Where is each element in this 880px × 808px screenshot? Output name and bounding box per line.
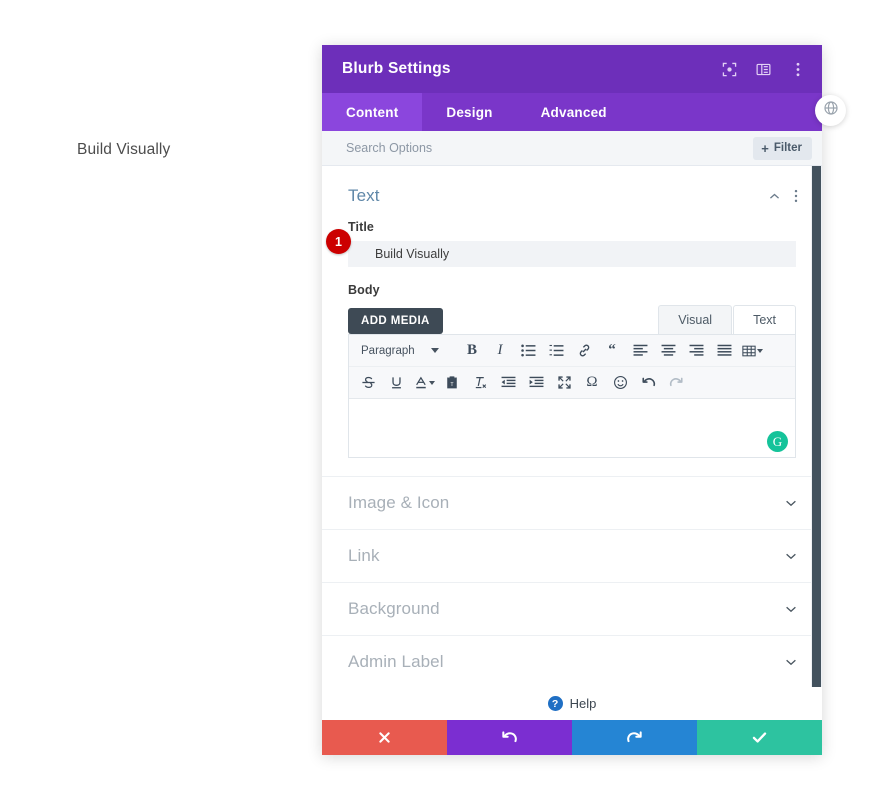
title-field-wrap: 1 — [322, 229, 822, 267]
modal-header: Blurb Settings — [322, 45, 822, 93]
chevron-down-icon — [430, 348, 439, 353]
editor-mode-tabs: Visual Text — [658, 305, 796, 334]
help-icon[interactable]: ? — [547, 696, 563, 711]
blurb-settings-modal: Blurb Settings Content Design Advanced S… — [322, 45, 822, 755]
modal-title: Blurb Settings — [342, 60, 451, 77]
chevron-down-icon[interactable] — [784, 496, 798, 510]
title-field-label: Title — [348, 220, 374, 234]
tab-content[interactable]: Content — [322, 93, 423, 131]
align-justify-icon[interactable] — [711, 339, 737, 362]
modal-footer — [322, 720, 822, 755]
outdent-icon[interactable] — [495, 371, 521, 394]
italic-icon[interactable]: I — [487, 339, 513, 362]
title-input[interactable] — [348, 241, 796, 267]
numbered-list-icon[interactable] — [543, 339, 569, 362]
tab-advanced[interactable]: Advanced — [517, 93, 631, 131]
fullscreen-icon[interactable] — [551, 371, 577, 394]
editor-box: Paragraph B I “ T Ω G — [348, 334, 796, 458]
format-select[interactable]: Paragraph — [355, 345, 453, 357]
chevron-down-icon — [756, 348, 763, 353]
body-editor: ADD MEDIA Visual Text Paragraph B I “ T … — [322, 304, 822, 458]
link-icon[interactable] — [571, 339, 597, 362]
section-admin-label[interactable]: Admin Label — [322, 635, 822, 687]
tab-text[interactable]: Text — [733, 305, 796, 334]
plus-icon: + — [761, 140, 769, 156]
more-vertical-icon[interactable] — [789, 61, 806, 78]
special-character-icon[interactable]: Ω — [579, 371, 605, 394]
chevron-down-icon[interactable] — [784, 549, 798, 563]
section-text-actions — [768, 189, 798, 203]
chevron-down-icon — [428, 380, 435, 385]
close-icon — [377, 730, 392, 745]
blockquote-icon[interactable]: “ — [599, 339, 625, 362]
step-badge-1: 1 — [326, 229, 351, 254]
section-text-title: Text — [348, 186, 380, 205]
redo-icon[interactable] — [663, 371, 689, 394]
format-select-value: Paragraph — [361, 344, 415, 357]
search-row: + Filter — [322, 131, 822, 166]
tab-visual[interactable]: Visual — [658, 305, 733, 334]
section-link-label: Link — [348, 546, 380, 565]
strikethrough-icon[interactable] — [355, 371, 381, 394]
emoji-icon[interactable] — [607, 371, 633, 394]
search-input[interactable] — [346, 141, 754, 155]
check-icon — [751, 729, 768, 746]
modal-tabs: Content Design Advanced — [322, 93, 822, 131]
section-text-header[interactable]: Text — [322, 166, 822, 220]
align-left-icon[interactable] — [627, 339, 653, 362]
bulleted-list-icon[interactable] — [515, 339, 541, 362]
section-background-label: Background — [348, 599, 440, 618]
globe-icon — [823, 100, 839, 121]
section-text: Text Title Build Visually 1 Body ADD MED… — [322, 166, 822, 476]
grammarly-icon[interactable]: G — [767, 431, 788, 452]
underline-icon[interactable] — [383, 371, 409, 394]
align-right-icon[interactable] — [683, 339, 709, 362]
section-image-icon-label: Image & Icon — [348, 493, 450, 512]
help-bar: ? Help — [322, 687, 822, 720]
focus-icon[interactable] — [721, 61, 738, 78]
save-button[interactable] — [697, 720, 822, 755]
paste-as-text-icon[interactable]: T — [439, 371, 465, 394]
editor-content-area[interactable]: G — [349, 398, 795, 457]
filter-button[interactable]: + Filter — [753, 136, 812, 160]
text-color-icon[interactable] — [411, 371, 437, 394]
undo-icon[interactable] — [635, 371, 661, 394]
section-image-icon[interactable]: Image & Icon — [322, 476, 822, 529]
add-media-button[interactable]: ADD MEDIA — [348, 308, 443, 334]
undo-button[interactable] — [447, 720, 572, 755]
close-circle-button[interactable] — [815, 95, 846, 126]
table-icon[interactable] — [739, 339, 765, 362]
chevron-down-icon[interactable] — [784, 602, 798, 616]
section-admin-label-label: Admin Label — [348, 652, 444, 671]
body-field-label: Body — [348, 283, 380, 297]
clear-formatting-icon[interactable] — [467, 371, 493, 394]
layout-icon[interactable] — [755, 61, 772, 78]
indent-icon[interactable] — [523, 371, 549, 394]
page-background-title: Build Visually — [77, 141, 171, 158]
editor-top-bar: ADD MEDIA Visual Text — [348, 304, 796, 334]
section-background[interactable]: Background — [322, 582, 822, 635]
undo-icon — [501, 729, 518, 746]
bold-icon[interactable]: B — [459, 339, 485, 362]
editor-toolbar-row-2: T Ω — [349, 367, 795, 398]
redo-button[interactable] — [572, 720, 697, 755]
section-more-vertical-icon[interactable] — [794, 189, 798, 203]
tab-design[interactable]: Design — [422, 93, 516, 131]
cancel-button[interactable] — [322, 720, 447, 755]
redo-icon — [626, 729, 643, 746]
section-link[interactable]: Link — [322, 529, 822, 582]
help-link[interactable]: Help — [570, 696, 597, 711]
modal-body: Text Title Build Visually 1 Body ADD MED… — [322, 166, 822, 687]
chevron-down-icon[interactable] — [784, 655, 798, 669]
align-center-icon[interactable] — [655, 339, 681, 362]
chevron-up-icon[interactable] — [768, 190, 781, 203]
modal-header-actions — [721, 61, 806, 78]
editor-toolbar-row-1: Paragraph B I “ — [349, 335, 795, 367]
filter-button-label: Filter — [773, 142, 802, 154]
